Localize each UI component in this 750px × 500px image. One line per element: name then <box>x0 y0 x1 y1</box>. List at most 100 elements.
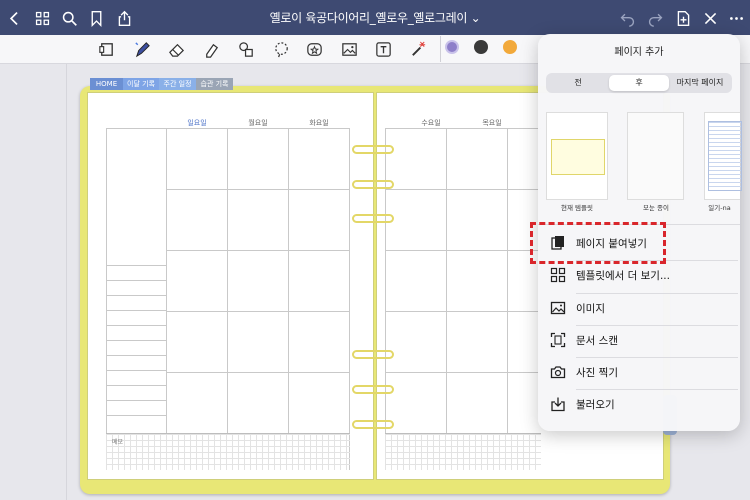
menu-item-label: 이미지 <box>576 303 605 315</box>
menu-item-image[interactable]: 이미지 <box>546 295 738 323</box>
grid-line <box>349 128 350 470</box>
lasso-icon[interactable] <box>270 39 292 60</box>
memo-area-right[interactable] <box>385 433 541 470</box>
grid-line <box>166 372 349 373</box>
close-icon[interactable] <box>700 8 720 28</box>
divider <box>576 325 738 326</box>
segment-after[interactable]: 후 <box>609 75 669 91</box>
menu-item-take-photo[interactable]: 사진 찍기 <box>546 359 738 387</box>
grid-line <box>385 189 541 190</box>
memo-area[interactable] <box>106 433 350 470</box>
tab-weekly[interactable]: 주간 일정 <box>159 78 196 90</box>
day-header-wednesday: 수요일 <box>421 119 441 127</box>
grid-line <box>106 385 166 386</box>
tab-home[interactable]: HOME <box>90 78 123 90</box>
menu-item-label: 템플릿에서 더 보기... <box>576 270 670 282</box>
day-header-monday: 월요일 <box>248 119 268 127</box>
binder-ring <box>352 420 394 429</box>
back-icon[interactable] <box>4 8 24 28</box>
more-icon[interactable] <box>726 8 746 28</box>
template-grid-icon <box>550 267 566 283</box>
grid-line <box>106 310 166 311</box>
redo-icon[interactable] <box>645 8 665 28</box>
grid-line <box>106 128 107 470</box>
menu-item-import[interactable]: 불러오기 <box>546 391 738 419</box>
insert-position-segmented-control: 전 후 마지막 페이지 <box>546 73 732 93</box>
share-icon[interactable] <box>114 8 134 28</box>
grid-icon[interactable] <box>32 8 52 28</box>
toolbar-divider <box>440 36 441 62</box>
grid-line <box>385 311 541 312</box>
grid-line <box>385 250 541 251</box>
grid-line <box>166 189 349 190</box>
color-swatch-purple[interactable] <box>445 40 459 54</box>
segment-last-page[interactable]: 마지막 페이지 <box>670 75 730 91</box>
template-thumbnail-diary[interactable] <box>704 112 742 200</box>
grid-line <box>106 128 350 129</box>
undo-icon[interactable] <box>617 8 637 28</box>
binder-ring <box>352 214 394 223</box>
popover-title: 페이지 추가 <box>614 47 664 58</box>
thumbnail-label: 모눈 종이 <box>643 204 669 212</box>
grid-line <box>385 128 541 129</box>
menu-item-label: 사진 찍기 <box>576 367 618 379</box>
grid-line <box>166 250 349 251</box>
tab-habit[interactable]: 습관 기록 <box>196 78 233 90</box>
template-thumbnail-current[interactable] <box>546 112 608 200</box>
search-icon[interactable] <box>59 8 79 28</box>
page-layout-icon[interactable] <box>95 39 117 60</box>
binder-ring <box>352 180 394 189</box>
divider <box>576 357 738 358</box>
document-title[interactable]: 옐로이 육공다이어리_옐로우_옐로그레이 ⌄ <box>220 9 530 26</box>
top-navigation-bar: 옐로이 육공다이어리_옐로우_옐로그레이 ⌄ <box>0 0 750 35</box>
binder-ring <box>352 350 394 359</box>
shapes-icon[interactable] <box>235 39 257 60</box>
eraser-icon[interactable] <box>165 39 187 60</box>
binder-ring <box>352 385 394 394</box>
color-swatch-black[interactable] <box>474 40 488 54</box>
grid-line <box>106 355 166 356</box>
grid-line <box>288 128 289 433</box>
grid-line <box>106 280 166 281</box>
thumbnail-preview <box>708 121 742 191</box>
grid-line <box>106 370 166 371</box>
scan-icon <box>550 332 566 348</box>
grid-line <box>106 400 166 401</box>
grid-line <box>446 128 447 433</box>
grid-line <box>166 128 167 433</box>
laser-icon[interactable] <box>407 39 429 60</box>
import-icon <box>550 396 566 412</box>
day-header-thursday: 목요일 <box>482 119 502 127</box>
text-icon[interactable] <box>372 39 394 60</box>
grid-line <box>106 340 166 341</box>
menu-item-more-templates[interactable]: 템플릿에서 더 보기... <box>546 262 738 290</box>
thumbnail-label: 일기-na <box>708 204 731 212</box>
grid-line <box>385 372 541 373</box>
divider <box>576 389 738 390</box>
segment-before[interactable]: 전 <box>548 75 608 91</box>
grid-line <box>106 265 166 266</box>
thumbnail-preview <box>551 139 605 175</box>
memo-label: 메모 <box>112 439 124 446</box>
image-icon[interactable] <box>338 39 360 60</box>
grid-line <box>166 311 349 312</box>
divider <box>576 293 738 294</box>
add-page-icon[interactable] <box>673 8 693 28</box>
sticker-icon[interactable] <box>303 39 325 60</box>
thumbnail-label: 현재 템플릿 <box>561 204 593 212</box>
highlighter-icon[interactable] <box>200 39 222 60</box>
pen-icon[interactable] <box>131 39 153 60</box>
paper-edge <box>66 64 67 500</box>
binder-ring <box>352 145 394 154</box>
bookmark-icon[interactable] <box>86 8 106 28</box>
day-header-tuesday: 화요일 <box>309 119 329 127</box>
grid-line <box>106 295 166 296</box>
tab-monthly[interactable]: 이달 기록 <box>123 78 159 90</box>
image-icon <box>550 300 566 316</box>
menu-item-scan-document[interactable]: 문서 스캔 <box>546 327 738 355</box>
color-swatch-orange[interactable] <box>503 40 517 54</box>
grid-line <box>106 415 166 416</box>
planner-left-page[interactable] <box>87 92 374 480</box>
template-thumbnail-grid-paper[interactable] <box>627 112 684 200</box>
menu-item-label: 불러오기 <box>576 399 615 411</box>
